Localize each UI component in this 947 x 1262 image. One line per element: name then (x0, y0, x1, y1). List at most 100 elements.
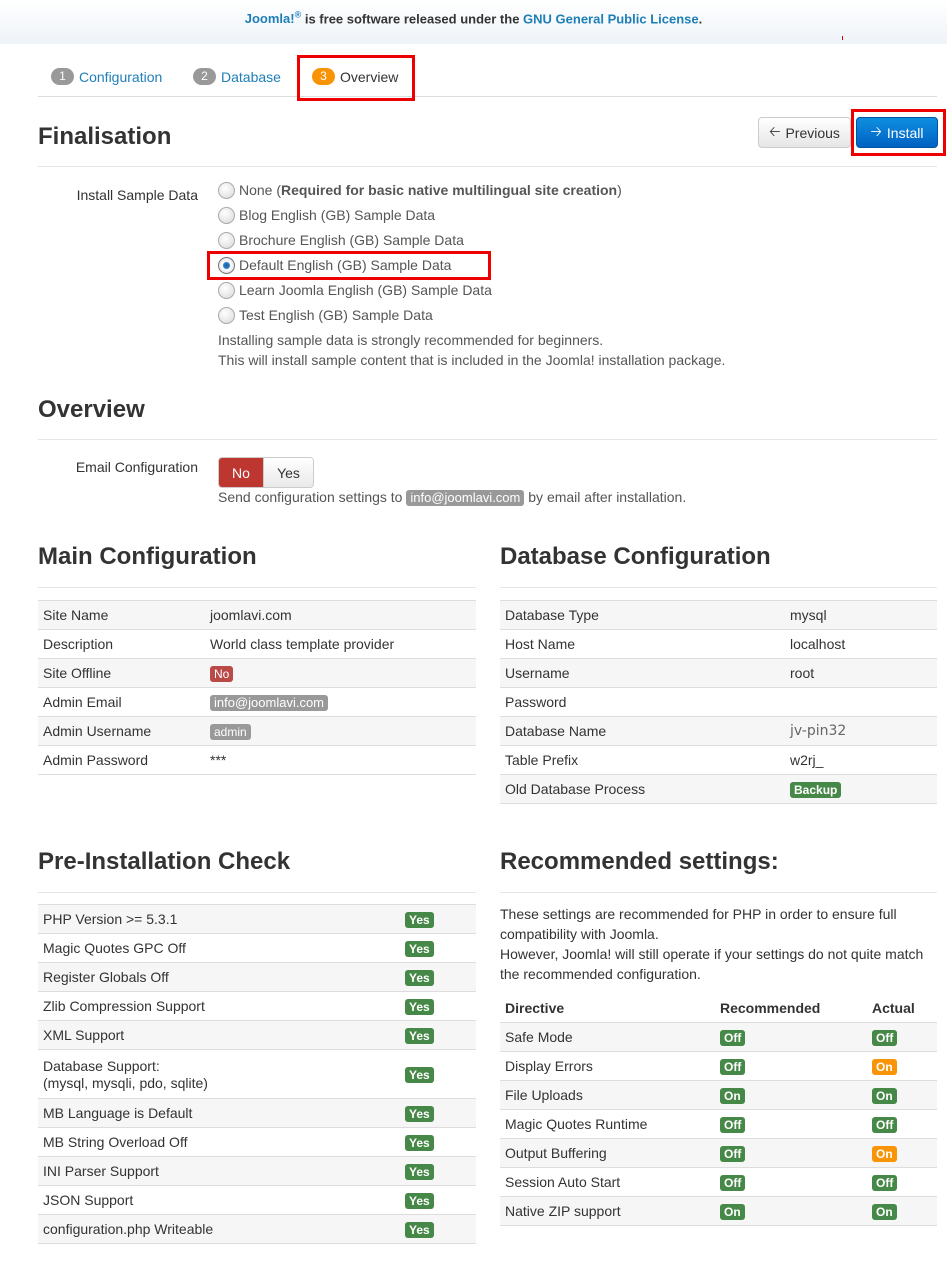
status-badge: Backup (790, 781, 842, 798)
tab-configuration[interactable]: 1 Configuration (51, 68, 162, 85)
divider (38, 892, 476, 893)
table-row: Safe Mode Off Off (500, 1022, 937, 1052)
table-header-row: Directive Recommended Actual (500, 993, 937, 1022)
table-row: Site Offline No (38, 658, 476, 688)
table-row: Password (500, 687, 937, 717)
sample-data-label: Install Sample Data (76, 187, 198, 203)
status-badge: Yes (405, 1192, 434, 1209)
sample-help-text: Installing sample data is strongly recom… (218, 332, 726, 368)
highlight-install-button (851, 109, 946, 156)
status-badge: Off (720, 1058, 746, 1075)
status-badge: On (872, 1087, 897, 1104)
joomla-link[interactable]: Joomla!® (245, 10, 301, 26)
status-badge: Off (720, 1029, 746, 1046)
table-row: Output Buffering Off On (500, 1138, 937, 1168)
radio-sample-brochure[interactable]: Brochure English (GB) Sample Data (218, 230, 464, 250)
table-row: Username root (500, 658, 937, 688)
recommended-title: Recommended settings: (500, 848, 779, 875)
status-badge: Yes (405, 969, 434, 986)
status-badge: Yes (405, 1027, 434, 1044)
status-badge: On (720, 1087, 745, 1104)
radio-sample-blog[interactable]: Blog English (GB) Sample Data (218, 205, 435, 225)
status-badge: Off (720, 1116, 746, 1133)
status-badge: Yes (405, 1221, 434, 1238)
recommended-description: These settings are recommended for PHP i… (500, 906, 924, 982)
email-yes-button[interactable]: Yes (263, 458, 313, 487)
status-badge: Yes (405, 1105, 434, 1122)
recommended-table: Directive Recommended Actual (500, 993, 937, 1022)
table-row: Description World class template provider (38, 629, 476, 659)
status-badge: Off (872, 1116, 898, 1133)
license-banner: Joomla!® is free software released under… (0, 0, 947, 44)
table-row: Old Database Process Backup (500, 774, 937, 804)
radio-icon[interactable] (218, 231, 235, 249)
highlight-default-sample (207, 251, 491, 280)
status-badge: Yes (405, 1134, 434, 1151)
status-badge: On (872, 1145, 897, 1162)
radio-icon[interactable] (218, 181, 235, 199)
status-badge: Yes (405, 940, 434, 957)
divider (500, 892, 937, 893)
radio-sample-none[interactable]: None (Required for basic native multilin… (218, 180, 622, 200)
status-badge: Off (720, 1174, 746, 1191)
finalisation-title: Finalisation (38, 123, 172, 150)
status-badge: Yes (405, 1066, 434, 1083)
radio-icon[interactable] (218, 206, 235, 224)
table-row: Database Support: (mysql, mysqli, pdo, sq… (38, 1049, 476, 1099)
table-row: JSON Support Yes (38, 1185, 476, 1215)
arrow-left-icon: 🡠 (769, 122, 781, 139)
status-badge: Yes (405, 998, 434, 1015)
table-row: Site Name joomlavi.com (38, 600, 476, 630)
table-row: Magic Quotes Runtime Off Off (500, 1109, 937, 1139)
table-row: Admin Password *** (38, 745, 476, 775)
email-no-button[interactable]: No (219, 458, 263, 487)
divider (38, 587, 476, 588)
table-row: configuration.php Writeable Yes (38, 1214, 476, 1244)
table-row: Register Globals Off Yes (38, 962, 476, 992)
table-row: Session Auto Start Off Off (500, 1167, 937, 1197)
divider (38, 166, 937, 167)
table-row: File Uploads On On (500, 1080, 937, 1110)
status-badge: Yes (405, 1163, 434, 1180)
precheck-table: PHP Version >= 5.3.1 Yes Magic Quotes GPC… (38, 904, 476, 1244)
status-badge: Off (872, 1029, 898, 1046)
table-row: Magic Quotes GPC Off Yes (38, 933, 476, 963)
status-badge: On (720, 1203, 745, 1220)
radio-icon[interactable] (218, 281, 235, 299)
table-row: Database Name jv-pin32 (500, 716, 937, 746)
table-row: Admin Username admin (38, 716, 476, 746)
gpl-link[interactable]: GNU General Public License (523, 11, 699, 26)
annotation-tick (842, 36, 843, 40)
email-help-text: Send configuration settings to info@joom… (218, 489, 687, 506)
table-row: MB String Overload Off Yes (38, 1127, 476, 1157)
radio-sample-test[interactable]: Test English (GB) Sample Data (218, 305, 433, 325)
tab-database[interactable]: 2 Database (193, 68, 281, 85)
precheck-title: Pre-Installation Check (38, 848, 291, 875)
table-row: MB Language is Default Yes (38, 1098, 476, 1128)
previous-button[interactable]: 🡠 Previous (758, 117, 851, 148)
table-row: Zlib Compression Support Yes (38, 991, 476, 1021)
status-badge: Yes (405, 911, 434, 928)
overview-title: Overview (38, 396, 145, 423)
radio-sample-learn[interactable]: Learn Joomla English (GB) Sample Data (218, 280, 492, 300)
status-badge: On (872, 1203, 897, 1220)
email-badge: info@joomlavi.com (210, 694, 329, 711)
db-config-table: Database Type mysql Host Name localhost Us… (500, 600, 937, 804)
db-config-title: Database Configuration (500, 543, 771, 570)
email-config-label: Email Configuration (75, 459, 198, 475)
radio-icon[interactable] (218, 306, 235, 324)
step-tabs: 1 Configuration 2 Database 3 Overview (38, 58, 937, 97)
table-row: INI Parser Support Yes (38, 1156, 476, 1186)
divider (38, 439, 937, 440)
email-config-toggle: No Yes (218, 457, 314, 488)
table-row: Table Prefix w2rj_ (500, 745, 937, 775)
main-config-table: Site Name joomlavi.com Description World c… (38, 600, 476, 775)
divider (500, 587, 937, 588)
status-badge: Off (720, 1145, 746, 1162)
status-badge: No (210, 665, 234, 682)
table-row: Host Name localhost (500, 629, 937, 659)
status-badge: On (872, 1058, 897, 1075)
main-config-title: Main Configuration (38, 543, 257, 570)
table-row: XML Support Yes (38, 1020, 476, 1050)
table-row: Native ZIP support On On (500, 1196, 937, 1226)
